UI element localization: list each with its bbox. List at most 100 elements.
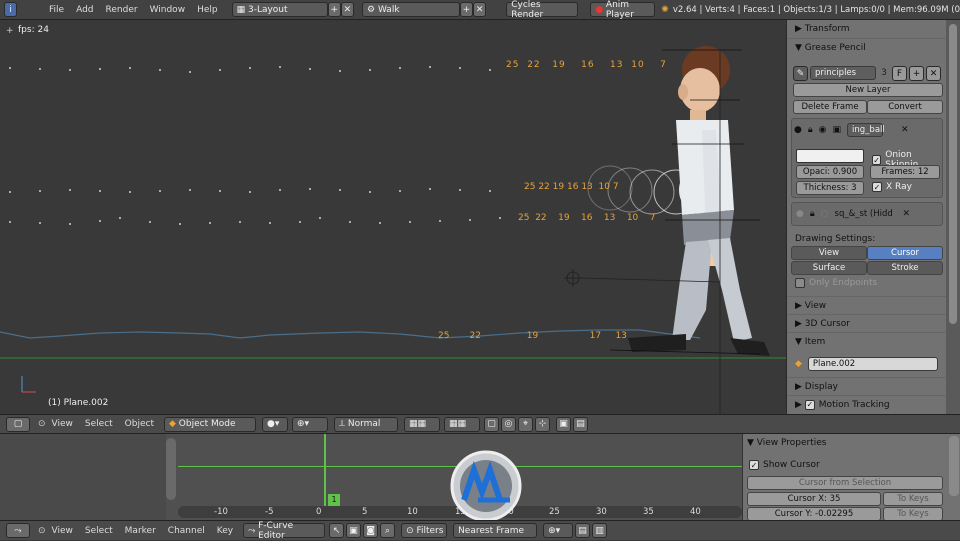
- menu-channel[interactable]: Channel: [162, 526, 211, 536]
- panel-motion-tracking[interactable]: ▶ ✓ Motion Tracking: [787, 395, 947, 413]
- render-anim-icon[interactable]: ▤: [572, 416, 588, 432]
- anim-player-button[interactable]: ● Anim Player: [590, 0, 656, 20]
- panel-view[interactable]: ▶ View: [787, 296, 947, 314]
- pivot-point-select[interactable]: ⊕▾: [543, 523, 574, 538]
- eye-icon[interactable]: ◉: [819, 125, 827, 135]
- graph-mode-select[interactable]: ⤳ F-Curve Editor: [243, 521, 326, 541]
- item-name-field[interactable]: Plane.002: [807, 357, 938, 371]
- menu-window[interactable]: Window: [144, 5, 192, 15]
- opacity-slider[interactable]: Opaci: 0.900: [796, 165, 864, 179]
- layer-name-field[interactable]: sq_&_st (Hidde: [835, 209, 893, 219]
- frames-slider[interactable]: Frames: 12: [870, 165, 940, 179]
- draw-view-button[interactable]: View: [791, 246, 867, 260]
- render-engine-select[interactable]: Cycles Render: [506, 0, 579, 20]
- cursor-from-selection-button[interactable]: Cursor from Selection: [747, 476, 943, 490]
- render-still-icon[interactable]: ▣: [555, 416, 571, 432]
- menu-add[interactable]: Add: [70, 5, 99, 15]
- snap-target-icon[interactable]: ⊹: [534, 416, 550, 432]
- cursor-x-to-keys-button[interactable]: To Keys: [883, 492, 943, 506]
- scrollbar-thumb[interactable]: [949, 24, 957, 324]
- shading-select[interactable]: ●▾: [261, 416, 288, 432]
- current-frame-indicator[interactable]: 1: [328, 494, 340, 506]
- lock-icon[interactable]: 🔒︎: [808, 125, 813, 135]
- toggle-menus-icon[interactable]: ⊙: [38, 419, 46, 429]
- new-layer-button[interactable]: New Layer: [793, 83, 943, 97]
- fake-user-button[interactable]: F: [892, 66, 907, 81]
- graph-editor-type-icon[interactable]: ⤳: [6, 523, 30, 538]
- copy-keys-icon[interactable]: ▤: [575, 523, 591, 538]
- layers-grid-a[interactable]: ▦▦: [403, 416, 440, 432]
- menu-view[interactable]: View: [46, 419, 79, 429]
- screen-layout-field[interactable]: ▦ 3-Layout: [231, 2, 328, 17]
- remove-layer-icon[interactable]: ✕: [903, 209, 911, 219]
- menu-view[interactable]: View: [46, 526, 79, 536]
- camera-icon[interactable]: ◙: [363, 523, 379, 538]
- view-properties-header[interactable]: ▼ View Properties: [747, 438, 827, 448]
- remove-layer-icon[interactable]: ✕: [901, 125, 909, 135]
- xray-toggle[interactable]: ✓ X Ray: [872, 182, 912, 192]
- show-cursor-toggle[interactable]: ✓ Show Cursor: [749, 460, 820, 470]
- add-scene-icon[interactable]: +: [459, 2, 474, 17]
- auto-snap-select[interactable]: Nearest Frame: [453, 523, 538, 538]
- delete-frame-button[interactable]: Delete Frame: [793, 100, 867, 114]
- menu-key[interactable]: Key: [211, 526, 239, 536]
- toggle-menus-icon[interactable]: ⊙: [38, 526, 46, 536]
- magnifier-icon[interactable]: ⌕: [380, 523, 396, 538]
- add-gp-icon[interactable]: +: [909, 66, 924, 81]
- menu-select[interactable]: Select: [79, 419, 119, 429]
- unlink-gp-icon[interactable]: ✕: [926, 66, 941, 81]
- layers-grid-b[interactable]: ▦▦: [443, 416, 480, 432]
- cursor-y-to-keys-button[interactable]: To Keys: [883, 507, 943, 521]
- remove-scene-icon[interactable]: ✕: [473, 2, 487, 17]
- menu-object[interactable]: Object: [119, 419, 160, 429]
- checkbox-checked-icon[interactable]: ✓: [804, 399, 815, 410]
- cursor-arrow-icon[interactable]: ↖: [329, 523, 345, 538]
- layer-name-field[interactable]: ing_ball: [847, 123, 885, 137]
- sidebar-scrollbar[interactable]: [946, 20, 960, 414]
- thickness-slider[interactable]: Thickness: 3: [796, 181, 864, 195]
- filters-toggle[interactable]: ⊙ Filters: [401, 523, 448, 538]
- snap-icon[interactable]: ⌖: [517, 416, 533, 432]
- menu-help[interactable]: Help: [191, 5, 224, 15]
- dot-icon[interactable]: ●: [796, 209, 804, 219]
- 3d-viewport[interactable]: + fps: 24 25 22 19 16 13 10 7 25 22 19 1…: [0, 20, 786, 414]
- panel-item[interactable]: ▼ Item: [787, 332, 947, 350]
- scene-field[interactable]: ⚙ Walk: [362, 2, 460, 17]
- draw-cursor-button[interactable]: Cursor: [867, 246, 943, 260]
- cursor-x-field[interactable]: Cursor X: 35: [747, 492, 881, 506]
- add-layout-icon[interactable]: +: [327, 2, 341, 17]
- panel-grease-pencil[interactable]: ▼ Grease Pencil: [787, 38, 946, 56]
- gp-name-field[interactable]: principles: [810, 66, 876, 80]
- proportional-edit-icon[interactable]: ◎: [500, 416, 516, 432]
- paste-keys-icon[interactable]: ▥: [592, 523, 608, 538]
- remove-layout-icon[interactable]: ✕: [340, 2, 355, 17]
- orientation-select[interactable]: ⟂ Normal: [333, 416, 398, 432]
- lock-icon[interactable]: 🔒︎: [810, 209, 815, 219]
- panel-transform[interactable]: ▶ Transform: [787, 20, 946, 38]
- props-scrollbar[interactable]: [949, 436, 959, 496]
- pivot-select[interactable]: ⊕▾: [291, 416, 328, 432]
- editor-type-icon[interactable]: ▢: [6, 416, 30, 432]
- menu-select[interactable]: Select: [79, 526, 119, 536]
- film-icon[interactable]: ▣: [833, 125, 842, 135]
- info-editor-icon[interactable]: i: [4, 2, 18, 17]
- menu-render[interactable]: Render: [100, 5, 144, 15]
- graph-editor[interactable]: 1 -10 -5 0 5 10 15 20 25 30 35 40: [0, 434, 742, 522]
- vertical-scrollbar[interactable]: [166, 438, 176, 500]
- menu-marker[interactable]: Marker: [119, 526, 162, 536]
- convert-button[interactable]: Convert: [867, 100, 943, 114]
- draw-stroke-button[interactable]: Stroke: [867, 261, 943, 275]
- menu-file[interactable]: File: [43, 5, 70, 15]
- stroke-color-swatch[interactable]: [796, 149, 864, 163]
- draw-surface-button[interactable]: Surface: [791, 261, 867, 275]
- ghost-icon[interactable]: ▣: [346, 523, 362, 538]
- mode-select[interactable]: ◆ Object Mode: [163, 416, 256, 432]
- dot-icon[interactable]: ●: [794, 125, 802, 135]
- pencil-icon[interactable]: ✎: [793, 66, 808, 81]
- panel-3d-cursor[interactable]: ▶ 3D Cursor: [787, 314, 947, 332]
- panel-display[interactable]: ▶ Display: [787, 377, 947, 395]
- lock-camera-icon[interactable]: ▢: [483, 416, 499, 432]
- eye-hidden-icon[interactable]: ◌: [821, 209, 829, 219]
- cursor-y-field[interactable]: Cursor Y: -0.02295: [747, 507, 881, 521]
- only-endpoints-toggle[interactable]: Only Endpoints: [795, 278, 877, 288]
